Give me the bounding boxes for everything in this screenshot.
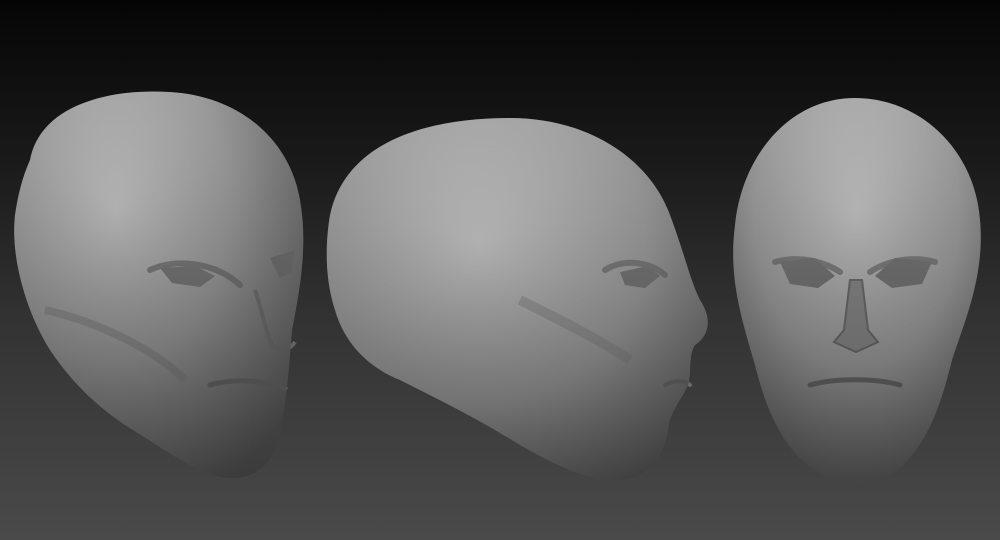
sculpt-viewport[interactable]: [0, 0, 1000, 540]
head-side-shadow: [326, 118, 708, 481]
head-three-quarter-shadow: [14, 91, 304, 479]
head-three-quarter[interactable]: [14, 91, 304, 479]
head-side[interactable]: [326, 118, 708, 481]
head-front[interactable]: [733, 98, 981, 481]
render-canvas: [14, 91, 981, 481]
head-front-shadow: [733, 98, 981, 481]
